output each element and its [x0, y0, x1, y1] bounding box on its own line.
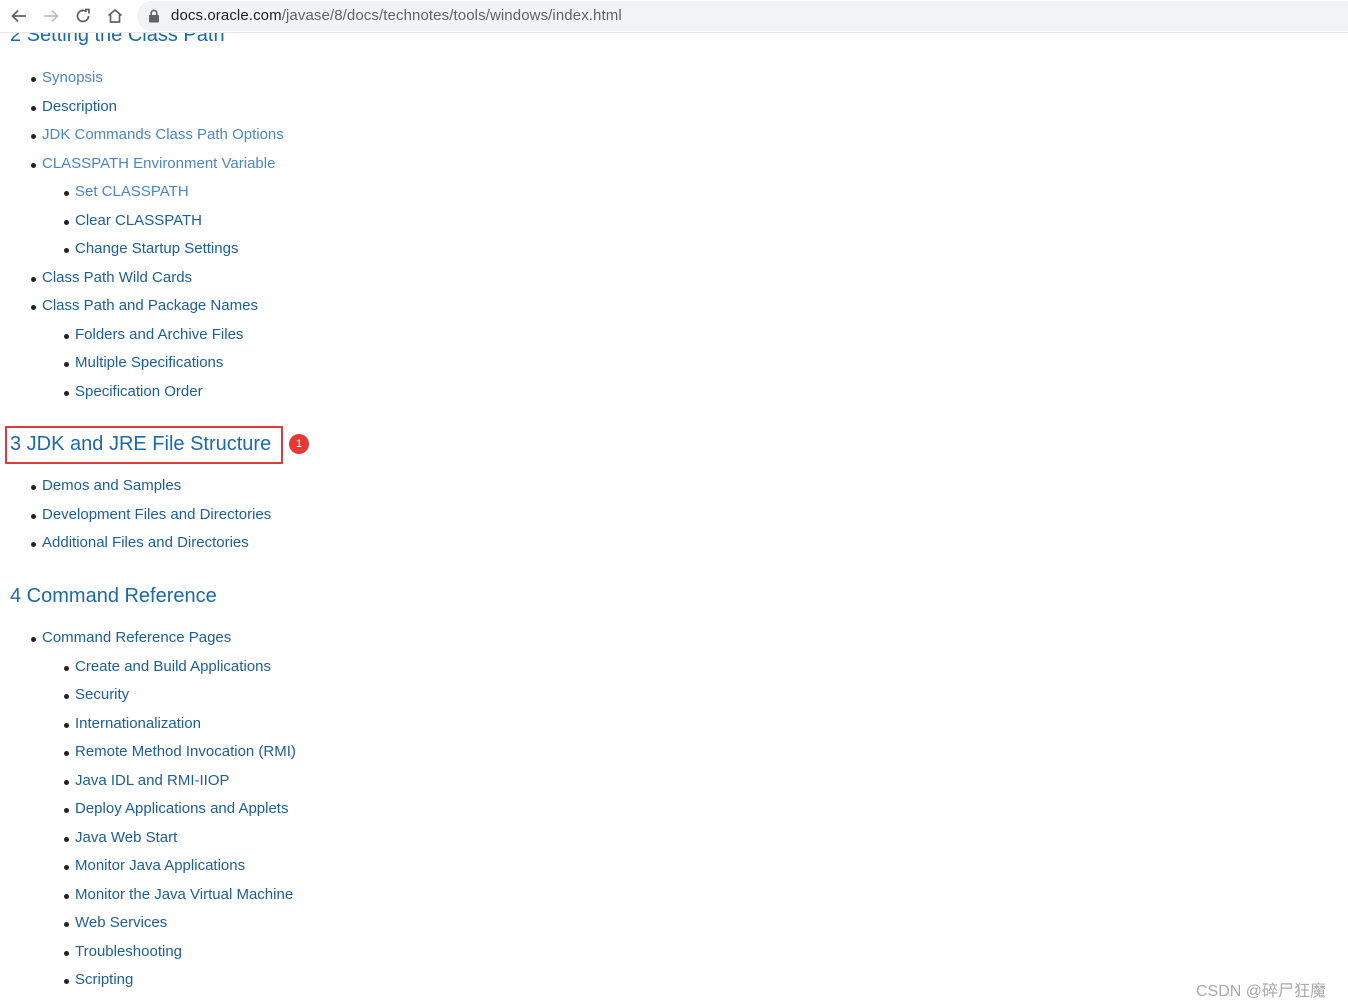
link-clear-classpath[interactable]: Clear CLASSPATH: [64, 212, 202, 230]
link-class-path-and-package-names[interactable]: Class Path and Package Names: [31, 297, 258, 315]
section-3-heading[interactable]: 3 JDK and JRE File Structure: [10, 433, 271, 456]
url-host: docs.oracle.com: [171, 7, 282, 24]
link-create-and-build-applications[interactable]: Create and Build Applications: [64, 658, 271, 676]
browser-toolbar: docs.oracle.com/javase/8/docs/technotes/…: [0, 0, 1348, 33]
arrow-right-icon: [44, 9, 59, 23]
watermark-text: CSDN @碎尸狂魔: [1196, 983, 1327, 1000]
link-description[interactable]: Description: [30, 98, 117, 116]
lock-icon: [149, 9, 159, 23]
link-change-startup-settings[interactable]: Change Startup Settings: [63, 240, 238, 258]
link-demos-and-samples[interactable]: Demos and Samples: [30, 477, 181, 495]
reload-button[interactable]: [70, 4, 96, 28]
link-java-web-start[interactable]: Java Web Start: [63, 829, 177, 847]
link-remote-method-invocation[interactable]: Remote Method Invocation (RMI): [64, 743, 296, 761]
annotation-badge: 1: [289, 434, 309, 454]
link-class-path-wild-cards[interactable]: Class Path Wild Cards: [30, 269, 192, 287]
link-command-reference-pages[interactable]: Command Reference Pages: [30, 629, 231, 647]
link-web-services[interactable]: Web Services: [63, 914, 167, 932]
arrow-left-icon: [11, 9, 26, 23]
link-deploy-applications-and-applets[interactable]: Deploy Applications and Applets: [63, 800, 288, 818]
link-internationalization[interactable]: Internationalization: [64, 715, 201, 733]
link-troubleshooting[interactable]: Troubleshooting: [63, 943, 182, 961]
link-specification-order[interactable]: Specification Order: [64, 383, 203, 401]
section-4-heading[interactable]: 4 Command Reference: [10, 585, 217, 608]
link-monitor-java-applications[interactable]: Monitor Java Applications: [63, 857, 245, 875]
link-scripting[interactable]: Scripting: [63, 971, 133, 989]
forward-button[interactable]: [38, 4, 64, 28]
address-bar[interactable]: docs.oracle.com/javase/8/docs/technotes/…: [137, 1, 1348, 31]
home-button[interactable]: [102, 4, 128, 28]
link-folders-and-archive-files[interactable]: Folders and Archive Files: [63, 326, 243, 344]
link-development-files-and-directories[interactable]: Development Files and Directories: [30, 506, 271, 524]
page-content: 2 Setting the Class Path Synopsis Descri…: [0, 0, 1348, 1005]
link-security[interactable]: Security: [63, 686, 129, 704]
link-classpath-environment-variable[interactable]: CLASSPATH Environment Variable: [30, 155, 275, 173]
url-text[interactable]: docs.oracle.com/javase/8/docs/technotes/…: [171, 7, 622, 24]
link-monitor-the-java-virtual-machine[interactable]: Monitor the Java Virtual Machine: [63, 886, 293, 904]
back-button[interactable]: [6, 4, 32, 28]
link-multiple-specifications[interactable]: Multiple Specifications: [63, 354, 223, 372]
home-icon: [107, 8, 123, 23]
reload-icon: [76, 8, 90, 23]
link-jdk-commands-class-path-options[interactable]: JDK Commands Class Path Options: [31, 126, 284, 144]
link-additional-files-and-directories[interactable]: Additional Files and Directories: [31, 534, 249, 552]
link-synopsis[interactable]: Synopsis: [31, 69, 103, 87]
url-path: /javase/8/docs/technotes/tools/windows/i…: [281, 7, 622, 24]
link-set-classpath[interactable]: Set CLASSPATH: [64, 183, 189, 201]
link-java-idl-and-rmi-iiop[interactable]: Java IDL and RMI-IIOP: [64, 772, 230, 790]
